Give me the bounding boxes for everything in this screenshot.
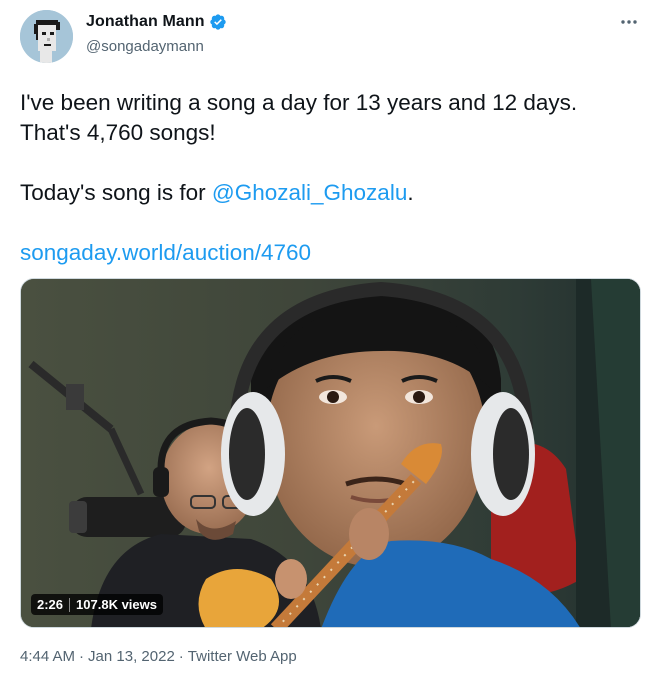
meta-separator: · xyxy=(79,648,85,665)
tweet-blank-line-2 xyxy=(20,208,640,238)
badge-divider xyxy=(69,597,71,612)
tweet-line-1: I've been writing a song a day for 13 ye… xyxy=(20,90,578,115)
tweet-text: I've been writing a song a day for 13 ye… xyxy=(20,88,640,268)
tweet-date[interactable]: Jan 13, 2022 xyxy=(88,648,175,665)
video-frame-image xyxy=(21,279,640,627)
punk-avatar-icon xyxy=(20,10,73,63)
tweet-line-3-suffix: . xyxy=(407,180,414,205)
tweet-line-3-prefix: Today's song is for xyxy=(20,180,212,205)
tweet-line-2: That's 4,760 songs! xyxy=(20,120,216,145)
tweet-source[interactable]: Twitter Web App xyxy=(188,648,297,665)
tweet-meta: 4:44 AM · Jan 13, 2022 · Twitter Web App xyxy=(20,648,297,665)
video-duration: 2:26 xyxy=(37,597,64,612)
tweet-url-line: songaday.world/auction/4760 xyxy=(20,238,640,268)
meta-separator-2: · xyxy=(178,648,184,665)
tweet-card: Jonathan Mann @songadaymann I've been wr… xyxy=(0,0,654,681)
author-handle[interactable]: @songadaymann xyxy=(86,38,204,55)
mention-link[interactable]: @Ghozali_Ghozalu xyxy=(212,180,407,205)
tweet-time[interactable]: 4:44 AM xyxy=(20,648,75,665)
avatar[interactable] xyxy=(20,10,73,63)
verified-badge-icon xyxy=(209,13,227,31)
auction-link[interactable]: songaday.world/auction/4760 xyxy=(20,240,311,265)
more-options-icon[interactable] xyxy=(617,12,641,32)
video-thumbnail[interactable]: 2:26 107.8K views xyxy=(20,278,641,628)
tweet-line-3: Today's song is for @Ghozali_Ghozalu. xyxy=(20,178,640,208)
video-views: 107.8K views xyxy=(76,597,157,612)
author-name-row: Jonathan Mann xyxy=(86,13,227,31)
video-info-badge: 2:26 107.8K views xyxy=(31,594,163,615)
author-display-name[interactable]: Jonathan Mann xyxy=(86,13,205,31)
